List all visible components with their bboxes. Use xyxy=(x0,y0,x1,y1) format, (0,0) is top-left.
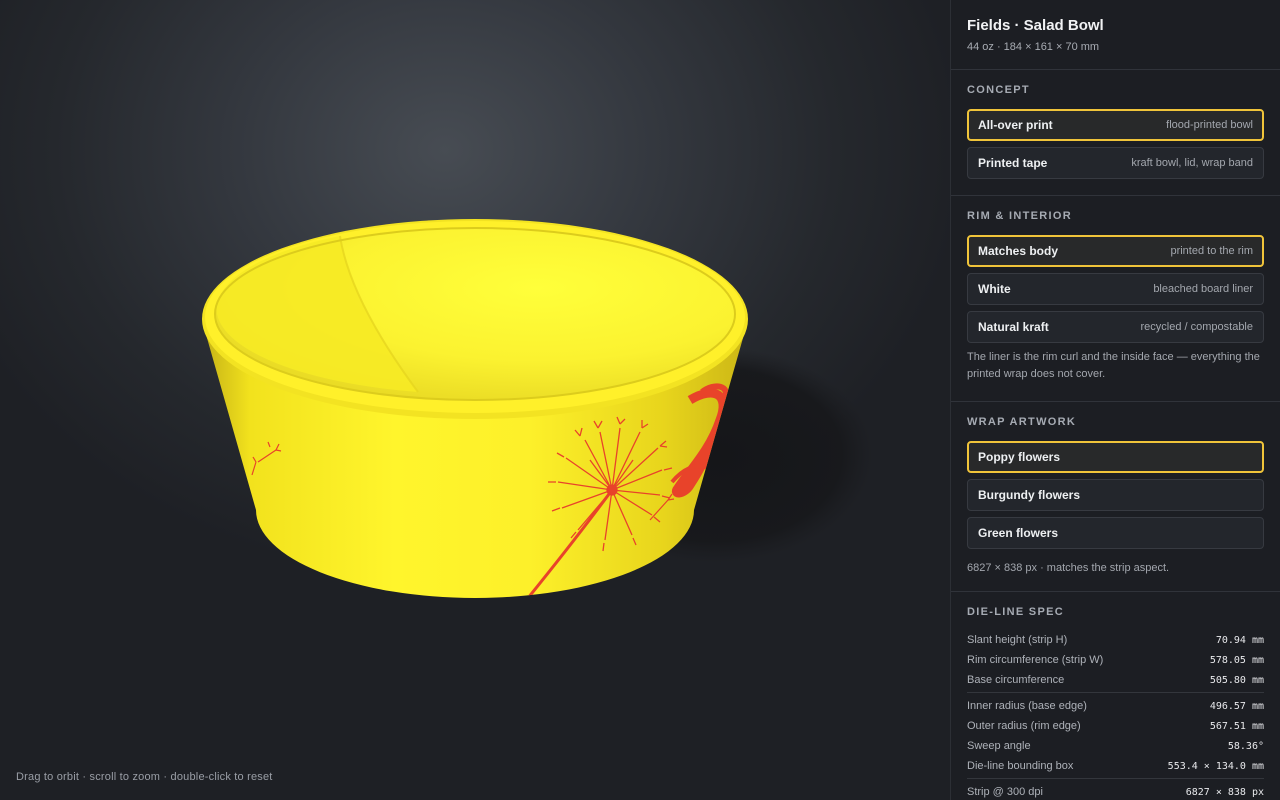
spec-value: 553.4 × 134.0 mm xyxy=(1167,760,1264,772)
spec-row: Inner radius (base edge) 496.57 mm xyxy=(967,696,1264,716)
option-desc: printed to the rim xyxy=(1170,245,1253,257)
die-line-spec-section: DIE-LINE SPEC Slant height (strip H) 70.… xyxy=(951,592,1280,800)
spec-row: Strip @ 300 dpi 6827 × 838 px xyxy=(967,782,1264,800)
option-desc: flood-printed bowl xyxy=(1166,119,1253,131)
spec-value: 505.80 mm xyxy=(1209,674,1264,686)
spec-value: 6827 × 838 px xyxy=(1185,786,1264,798)
concept-option-printed-tape[interactable]: Printed tape kraft bowl, lid, wrap band xyxy=(967,147,1264,179)
spec-value: 567.51 mm xyxy=(1209,720,1264,732)
option-label: All-over print xyxy=(978,118,1053,132)
option-label: Burgundy flowers xyxy=(978,488,1081,502)
spec-label: Rim circumference (strip W) xyxy=(967,654,1104,666)
section-title: RIM & INTERIOR xyxy=(967,210,1072,222)
artwork-option-poppy[interactable]: Poppy flowers xyxy=(967,441,1264,473)
product-title: Fields · Salad Bowl xyxy=(967,17,1104,34)
product-header: Fields · Salad Bowl 44 oz · 184 × 161 × … xyxy=(951,0,1280,70)
spec-label: Slant height (strip H) xyxy=(967,634,1068,646)
product-subtitle: 44 oz · 184 × 161 × 70 mm xyxy=(967,41,1100,53)
wrap-artwork-section: WRAP ARTWORK Poppy flowers Burgundy flow… xyxy=(951,402,1280,592)
option-label: Printed tape xyxy=(978,156,1048,170)
spec-label: Sweep angle xyxy=(967,740,1031,752)
artwork-note: 6827 × 838 px · matches the strip aspect… xyxy=(967,562,1170,574)
option-label: Matches body xyxy=(978,244,1059,258)
spec-label: Base circumference xyxy=(967,674,1065,686)
option-label: Poppy flowers xyxy=(978,450,1061,464)
option-label: Green flowers xyxy=(978,526,1059,540)
rim-interior-section: RIM & INTERIOR Matches body printed to t… xyxy=(951,196,1280,402)
spec-divider xyxy=(967,692,1264,693)
rim-option-white[interactable]: White bleached board liner xyxy=(967,273,1264,305)
spec-label: Die-line bounding box xyxy=(967,760,1074,772)
option-label: White xyxy=(978,282,1011,296)
viewport-hint: Drag to orbit · scroll to zoom · double-… xyxy=(16,771,273,783)
concept-option-all-over-print[interactable]: All-over print flood-printed bowl xyxy=(967,109,1264,141)
settings-panel: Fields · Salad Bowl 44 oz · 184 × 161 × … xyxy=(950,0,1280,800)
artwork-option-burgundy[interactable]: Burgundy flowers xyxy=(967,479,1264,511)
spec-row: Base circumference 505.80 mm xyxy=(967,670,1264,690)
spec-value: 496.57 mm xyxy=(1209,700,1264,712)
spec-value: 578.05 mm xyxy=(1209,654,1264,666)
spec-label: Strip @ 300 dpi xyxy=(967,786,1043,798)
spec-label: Outer radius (rim edge) xyxy=(967,720,1081,732)
option-desc: kraft bowl, lid, wrap band xyxy=(1131,157,1253,169)
bowl-render xyxy=(202,219,873,598)
artwork-option-green[interactable]: Green flowers xyxy=(967,517,1264,549)
spec-label: Inner radius (base edge) xyxy=(967,700,1087,712)
option-desc: recycled / compostable xyxy=(1140,321,1254,333)
spec-row: Outer radius (rim edge) 567.51 mm xyxy=(967,716,1264,736)
section-title: WRAP ARTWORK xyxy=(967,416,1077,428)
spec-row: Rim circumference (strip W) 578.05 mm xyxy=(967,650,1264,670)
rim-note: The liner is the rim curl and the inside… xyxy=(967,351,1260,380)
3d-viewport[interactable]: Drag to orbit · scroll to zoom · double-… xyxy=(0,0,950,800)
rim-option-natural-kraft[interactable]: Natural kraft recycled / compostable xyxy=(967,311,1264,343)
spec-value: 70.94 mm xyxy=(1215,634,1264,646)
spec-row: Slant height (strip H) 70.94 mm xyxy=(967,630,1264,650)
concept-section: CONCEPT All-over print flood-printed bow… xyxy=(951,70,1280,196)
rim-option-matches-body[interactable]: Matches body printed to the rim xyxy=(967,235,1264,267)
spec-divider xyxy=(967,778,1264,779)
section-title: CONCEPT xyxy=(967,84,1030,96)
spec-row: Sweep angle 58.36° xyxy=(967,736,1264,756)
spec-row: Die-line bounding box 553.4 × 134.0 mm xyxy=(967,756,1264,776)
option-desc: bleached board liner xyxy=(1153,283,1253,295)
option-label: Natural kraft xyxy=(978,320,1049,334)
spec-value: 58.36° xyxy=(1227,740,1264,752)
section-title: DIE-LINE SPEC xyxy=(967,606,1064,618)
